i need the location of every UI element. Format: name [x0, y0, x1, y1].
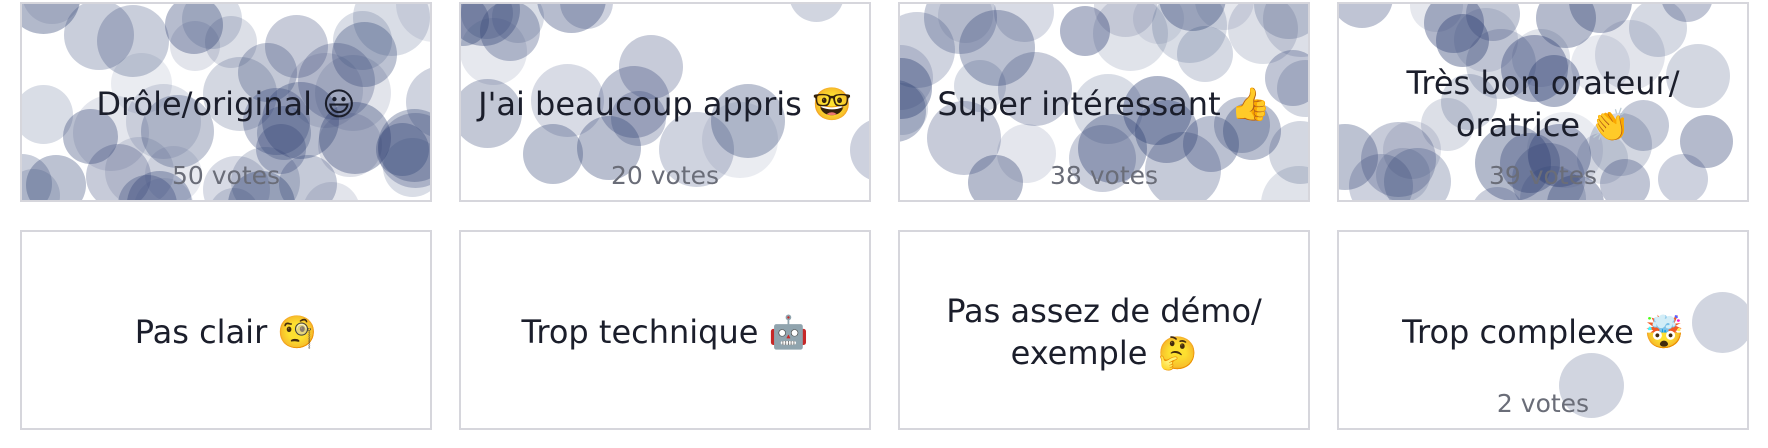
reaction-label: Pas assez de démo/ exemple 🤔 [946, 292, 1262, 372]
reaction-card-drole[interactable]: Drôle/original 😃 50 votes [20, 2, 432, 202]
reaction-card-trop-technique[interactable]: Trop technique 🤖 [459, 230, 871, 430]
reaction-card-pas-clair[interactable]: Pas clair 🧐 [20, 230, 432, 430]
vote-count: 39 votes [1488, 161, 1598, 190]
vote-count: 38 votes [1049, 161, 1159, 190]
reaction-card-trop-complexe[interactable]: Trop complexe 🤯 2 votes [1337, 230, 1749, 430]
reaction-card-interessant[interactable]: Super intéressant 👍 38 votes [898, 2, 1310, 202]
reaction-card-orateur[interactable]: Très bon orateur/ oratrice 👏 39 votes [1337, 2, 1749, 202]
reaction-card-appris[interactable]: J'ai beaucoup appris 🤓 20 votes [459, 2, 871, 202]
vote-count: 2 votes [1496, 389, 1590, 418]
reaction-label: Trop technique 🤖 [521, 313, 809, 351]
vote-count: 50 votes [171, 161, 281, 190]
vote-count: 20 votes [610, 161, 720, 190]
reaction-grid: Drôle/original 😃 50 votes J'ai beaucoup … [0, 0, 1768, 448]
reaction-card-pas-assez-demo[interactable]: Pas assez de démo/ exemple 🤔 [898, 230, 1310, 430]
reaction-label: Pas clair 🧐 [134, 313, 318, 351]
